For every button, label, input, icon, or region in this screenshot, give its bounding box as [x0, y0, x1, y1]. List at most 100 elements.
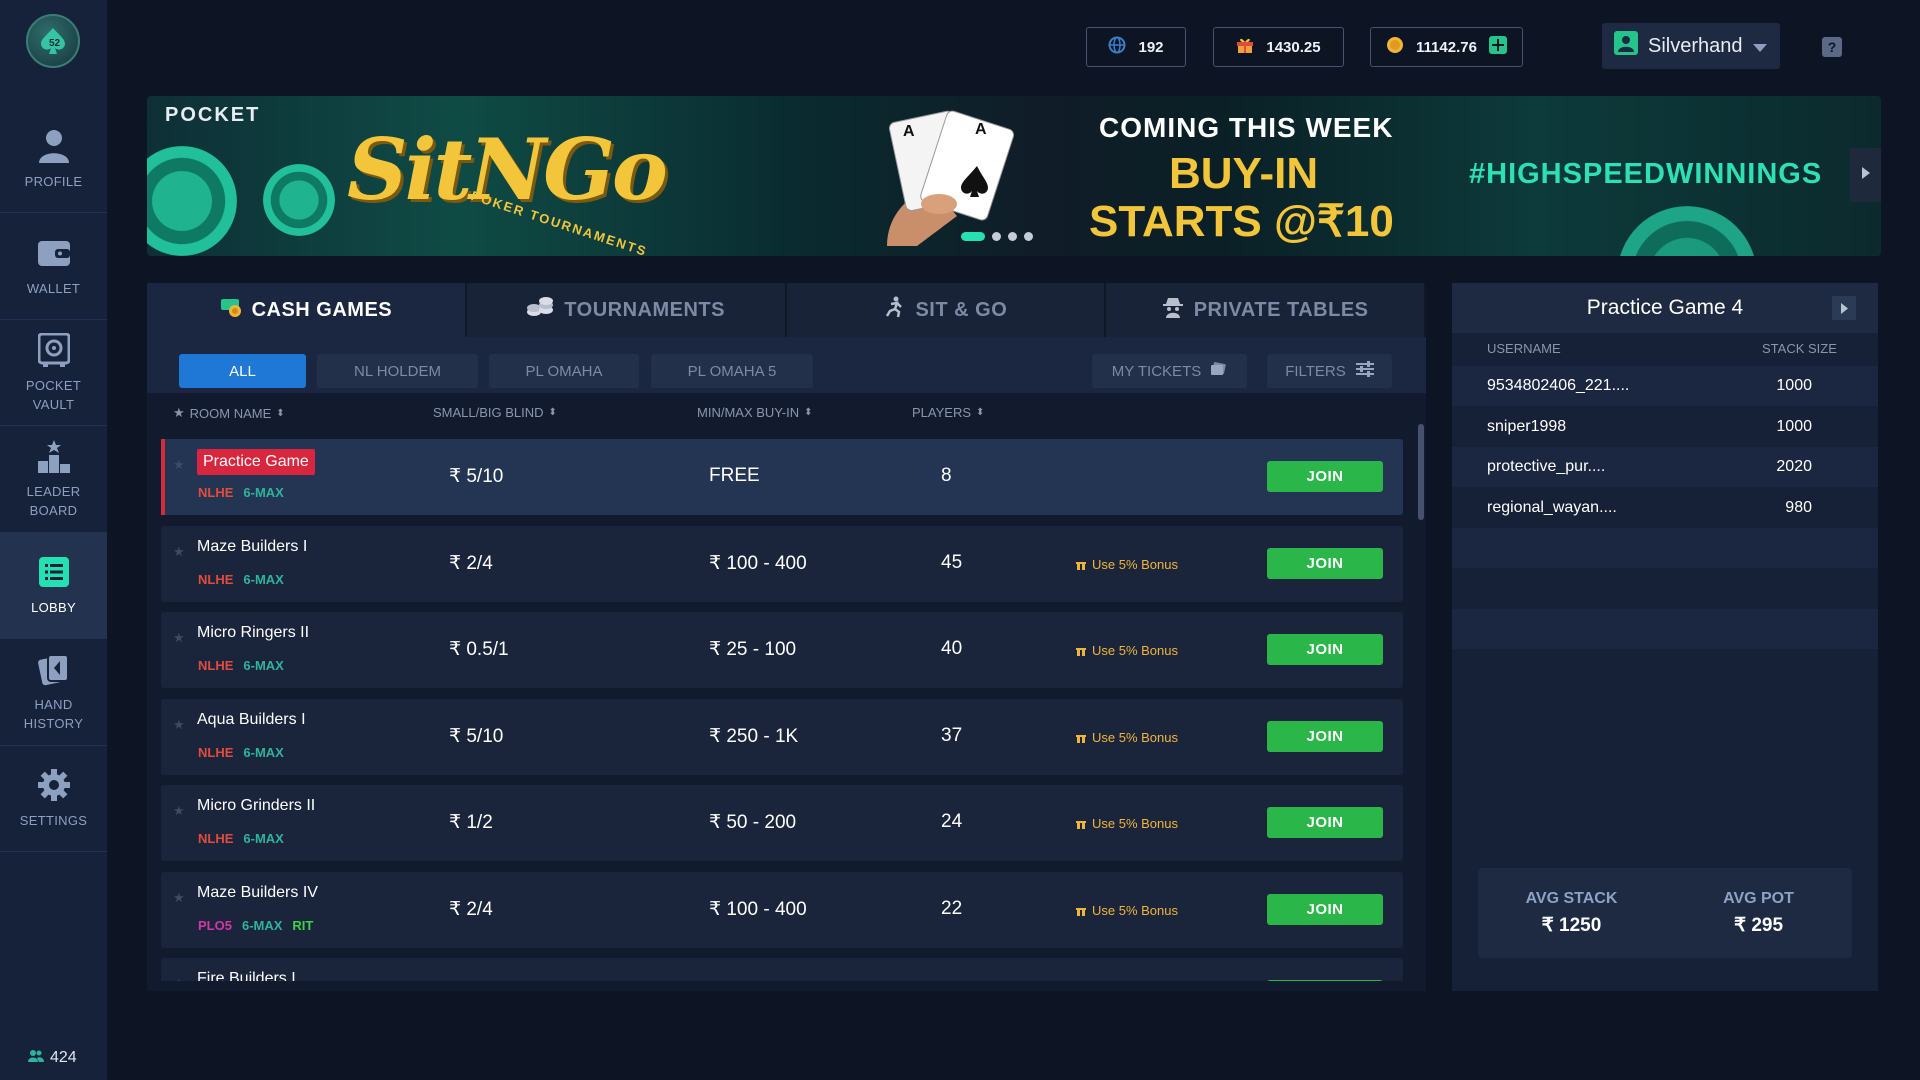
bonus-label[interactable]: Use 5% Bonus — [1076, 903, 1178, 918]
add-funds-icon[interactable] — [1488, 36, 1507, 58]
bonus-label[interactable]: Use 5% Bonus — [1076, 730, 1178, 745]
table-row[interactable]: ★ Fire Builders I — [161, 958, 1403, 981]
player-row: regional_wayan.... 980 — [1452, 488, 1878, 528]
player-stack: 1000 — [1776, 418, 1812, 435]
player-row: protective_pur.... 2020 — [1452, 447, 1878, 487]
buy-in: ₹ 100 - 400 — [709, 553, 807, 574]
table-row[interactable]: ★ Micro Grinders II NLHE 6-MAX ₹ 1/2 ₹ 50 - 2… — [161, 785, 1403, 861]
carousel-dot[interactable] — [1024, 232, 1033, 241]
user-menu[interactable]: Silverhand — [1602, 23, 1780, 69]
favorite-star-icon[interactable]: ★ — [173, 717, 185, 733]
scrollbar[interactable] — [1418, 424, 1424, 520]
table-row[interactable]: ★ Maze Builders IV PLO5 6-MAX RIT ₹ 2/4 ₹ 100 … — [161, 872, 1403, 948]
filter-pl-omaha[interactable]: PL OMAHA — [489, 354, 639, 388]
player-count: 45 — [941, 552, 963, 573]
star-icon: ★ — [173, 405, 185, 420]
tab-cash-games[interactable]: CASH GAMES — [147, 283, 467, 337]
join-button[interactable]: JOIN — [1267, 807, 1383, 838]
tab-private-tables[interactable]: PRIVATE TABLES — [1106, 283, 1426, 337]
help-button[interactable]: ? — [1822, 37, 1842, 57]
player-count: 40 — [941, 638, 963, 659]
join-button[interactable]: JOIN — [1267, 634, 1383, 665]
favorite-star-icon[interactable]: ★ — [173, 457, 185, 473]
gift-balance[interactable]: 1430.25 — [1213, 27, 1344, 67]
col-room-name[interactable]: ★ ROOM NAME ⬍ — [173, 405, 285, 421]
sort-icon: ⬍ — [548, 407, 557, 418]
buy-in: ₹ 100 - 400 — [709, 899, 807, 920]
table-row[interactable]: ★ Aqua Builders I NLHE 6-MAX ₹ 5/10 ₹ 250 - 1… — [161, 699, 1403, 775]
favorite-star-icon[interactable]: ★ — [173, 544, 185, 560]
sidebar-item-wallet[interactable]: WALLET — [0, 213, 107, 320]
table-row[interactable]: ★ Maze Builders I NLHE 6-MAX ₹ 2/4 ₹ 100 - 40… — [161, 526, 1403, 602]
empty-row — [1452, 528, 1878, 568]
podium-icon — [36, 438, 72, 474]
favorite-star-icon[interactable]: ★ — [173, 803, 185, 819]
favorite-star-icon[interactable]: ★ — [173, 890, 185, 906]
col-blind[interactable]: SMALL/BIG BLIND ⬍ — [433, 405, 557, 420]
promo-banner[interactable]: POCKET SitNGo POKER TOURNAMENTS A A COMI… — [147, 96, 1881, 256]
sidebar-item-label: LEADER BOARD — [26, 484, 81, 518]
bonus-label[interactable]: Use 5% Bonus — [1076, 557, 1178, 572]
tab-tournaments[interactable]: TOURNAMENTS — [466, 283, 787, 337]
col-buyin[interactable]: MIN/MAX BUY-IN ⬍ — [697, 405, 812, 420]
player-username: 9534802406_221.... — [1487, 377, 1630, 394]
spy-icon — [1162, 296, 1184, 324]
filter-all[interactable]: ALL — [179, 354, 306, 388]
banner-next-button[interactable] — [1850, 148, 1881, 202]
carousel-dot[interactable] — [961, 232, 985, 241]
empty-row — [1452, 609, 1878, 649]
sidebar-item-lobby[interactable]: LOBBY — [0, 533, 107, 639]
player-count: 24 — [941, 811, 963, 832]
table-row[interactable]: ★ Micro Ringers II NLHE 6-MAX ₹ 0.5/1 ₹ 25 - … — [161, 612, 1403, 688]
carousel-dot[interactable] — [992, 232, 1001, 241]
game-tag: NLHE — [198, 572, 234, 587]
banner-hashtag: #HIGHSPEEDWINNINGS — [1469, 158, 1823, 190]
my-tickets-button[interactable]: MY TICKETS — [1092, 354, 1247, 388]
filter-nl-holdem[interactable]: NL HOLDEM — [317, 354, 478, 388]
player-username: sniper1998 — [1487, 418, 1567, 435]
tab-sit-and-go[interactable]: SIT & GO — [786, 283, 1107, 337]
buy-in: ₹ 25 - 100 — [709, 639, 797, 660]
gift-icon — [1076, 907, 1086, 916]
filter-pl-omaha-5[interactable]: PL OMAHA 5 — [651, 354, 813, 388]
player-row: sniper1998 1000 — [1452, 407, 1878, 447]
join-button[interactable]: JOIN — [1267, 721, 1383, 752]
sidebar-item-settings[interactable]: SETTINGS — [0, 746, 107, 852]
player-row: 9534802406_221.... 1000 — [1452, 366, 1878, 406]
spade-chip-logo[interactable]: 52 — [26, 14, 80, 68]
join-button[interactable]: JOIN — [1267, 548, 1383, 579]
coin-balance[interactable]: 11142.76 — [1370, 27, 1523, 67]
join-button[interactable]: JOIN — [1267, 894, 1383, 925]
favorite-star-icon[interactable]: ★ — [173, 976, 185, 981]
join-button[interactable]: JOIN — [1267, 461, 1383, 492]
player-username: regional_wayan.... — [1487, 499, 1617, 516]
favorite-star-icon[interactable]: ★ — [173, 630, 185, 646]
sidebar-item-pocket-vault[interactable]: POCKET VAULT — [0, 320, 107, 426]
game-tabs: CASH GAMES TOURNAMENTS SIT & GO PRIVATE … — [147, 283, 1426, 337]
player-count: 22 — [941, 898, 963, 919]
sidebar-item-hand-history[interactable]: HAND HISTORY — [0, 639, 107, 746]
poker-chip-image — [263, 164, 335, 236]
username: Silverhand — [1648, 34, 1743, 57]
sidebar-item-label: PROFILE — [24, 174, 83, 189]
sidebar-item-leader-board[interactable]: LEADER BOARD — [0, 426, 107, 533]
join-button[interactable] — [1267, 980, 1383, 981]
svg-text:A: A — [903, 123, 915, 140]
tickets-balance[interactable]: 192 — [1086, 27, 1186, 67]
sidebar-item-profile[interactable]: PROFILE — [0, 107, 107, 213]
carousel-dot[interactable] — [1008, 232, 1017, 241]
col-players[interactable]: PLAYERS ⬍ — [912, 405, 984, 420]
chevron-right-icon — [1840, 296, 1848, 320]
game-tag: NLHE — [198, 658, 234, 673]
room-tags: NLHE 6-MAX — [198, 658, 284, 673]
table-row[interactable]: ★ Practice Game NLHE 6-MAX ₹ 5/10 FREE 8 JOIN — [161, 439, 1403, 515]
gift-icon — [1076, 561, 1086, 570]
bonus-label[interactable]: Use 5% Bonus — [1076, 816, 1178, 831]
sidebar-item-label: SETTINGS — [19, 813, 88, 828]
room-tags: NLHE 6-MAX — [198, 485, 284, 500]
side-next-button[interactable] — [1832, 296, 1856, 320]
filters-button[interactable]: FILTERS — [1267, 354, 1392, 388]
bonus-label[interactable]: Use 5% Bonus — [1076, 643, 1178, 658]
list-icon — [36, 554, 72, 590]
room-name: Maze Builders IV — [197, 884, 318, 901]
